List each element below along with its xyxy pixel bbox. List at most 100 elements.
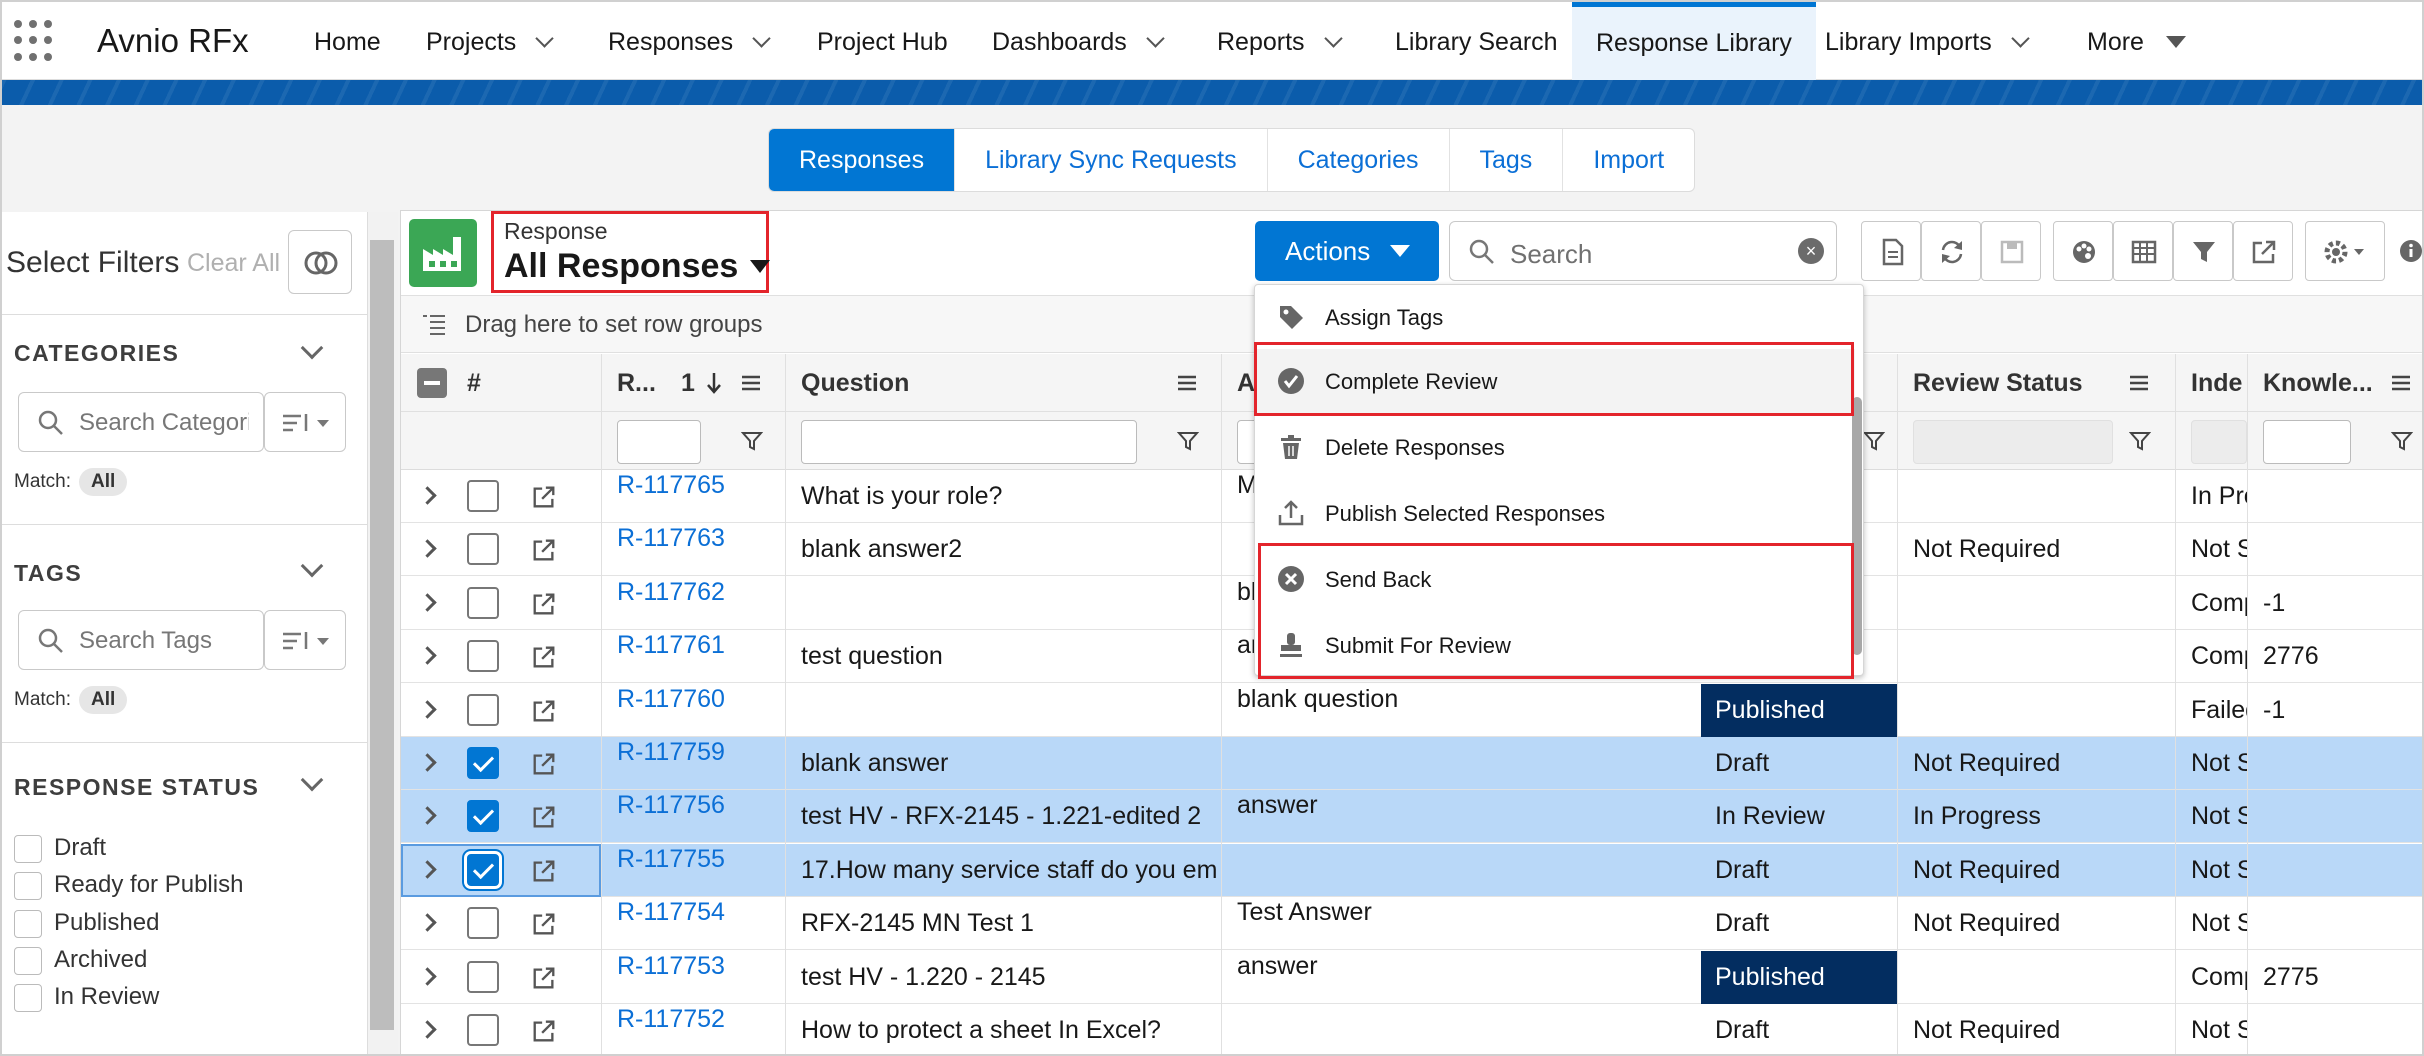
filter-icon[interactable] — [2391, 430, 2413, 452]
knowledge-cell[interactable]: -1 — [2263, 577, 2422, 630]
status-cell[interactable]: Draft — [1715, 844, 1895, 897]
external-link-icon[interactable] — [531, 484, 557, 510]
col-header-knowledge[interactable]: Knowle... — [2263, 354, 2373, 412]
sidebar-scrollbar[interactable] — [368, 212, 398, 1054]
checkbox[interactable] — [14, 983, 42, 1012]
refresh-button[interactable] — [1921, 221, 1981, 281]
answer-cell[interactable] — [1237, 737, 1647, 790]
col-header-answer[interactable]: A — [1237, 354, 1255, 412]
status-cell[interactable]: Draft — [1715, 897, 1895, 950]
index-status-cell[interactable]: Not S — [2191, 790, 2247, 843]
chevron-down-icon[interactable] — [300, 336, 324, 360]
select-all-checkbox[interactable] — [417, 368, 447, 398]
info-icon[interactable] — [2399, 239, 2423, 263]
index-status-cell[interactable]: Comp — [2191, 951, 2247, 1004]
col-header-number[interactable]: # — [467, 354, 481, 412]
expand-row-icon[interactable] — [418, 486, 437, 505]
index-status-cell[interactable]: Not S — [2191, 523, 2247, 576]
question-cell[interactable]: blank answer2 — [801, 523, 1219, 576]
knowledge-cell[interactable] — [2263, 790, 2422, 843]
external-link-icon[interactable] — [531, 1018, 557, 1044]
review-status-cell[interactable]: Not Required — [1913, 523, 2171, 576]
expand-row-icon[interactable] — [418, 593, 437, 612]
review-status-cell[interactable]: Not Required — [1913, 737, 2171, 790]
expand-row-icon[interactable] — [418, 646, 437, 665]
knowledge-cell[interactable]: 2775 — [2263, 951, 2422, 1004]
column-menu-icon[interactable] — [741, 374, 761, 392]
app-launcher-icon[interactable] — [14, 20, 56, 62]
row-checkbox[interactable] — [467, 800, 499, 833]
question-cell[interactable]: 17.How many service staff do you em — [801, 844, 1219, 897]
nav-reports[interactable]: Reports — [1217, 2, 1343, 80]
column-menu-icon[interactable] — [1177, 374, 1197, 392]
index-status-cell[interactable]: In Pro — [2191, 470, 2247, 523]
row-checkbox[interactable] — [467, 960, 499, 993]
nav-library-imports[interactable]: Library Imports — [1825, 2, 2030, 80]
review-status-cell[interactable] — [1913, 470, 2171, 523]
response-id-link[interactable]: R-117759 — [617, 737, 725, 790]
review-status-cell[interactable] — [1913, 577, 2171, 630]
external-link-icon[interactable] — [531, 965, 557, 991]
response-id-link[interactable]: R-117765 — [617, 470, 725, 523]
sort-tags-button[interactable] — [264, 610, 346, 670]
expand-row-icon[interactable] — [418, 966, 437, 986]
checkbox[interactable] — [14, 946, 42, 975]
status-cell[interactable]: Published — [1701, 950, 1897, 1004]
tab-responses[interactable]: Responses — [769, 129, 956, 191]
status-cell[interactable]: Draft — [1715, 737, 1895, 790]
external-link-icon[interactable] — [531, 591, 557, 617]
question-cell[interactable]: test HV - 1.220 - 2145 — [801, 951, 1219, 1004]
external-link-icon[interactable] — [531, 537, 557, 563]
knowledge-cell[interactable] — [2263, 470, 2422, 523]
response-id-link[interactable]: R-117761 — [617, 630, 725, 683]
external-link-icon[interactable] — [531, 644, 557, 670]
answer-cell[interactable] — [1237, 1004, 1647, 1054]
menu-item-assign-tags[interactable]: Assign Tags — [1255, 285, 1855, 349]
expand-row-icon[interactable] — [418, 539, 437, 559]
knowledge-cell[interactable]: 2776 — [2263, 630, 2422, 683]
review-status-cell[interactable] — [1913, 951, 2171, 1004]
chevron-down-icon[interactable] — [2011, 29, 2030, 48]
caret-down-icon[interactable] — [750, 260, 771, 273]
question-cell[interactable]: What is your role? — [801, 470, 1219, 523]
nav-projects[interactable]: Projects — [426, 2, 555, 80]
chevron-down-icon[interactable] — [300, 554, 324, 578]
status-option-published[interactable]: Published — [14, 909, 159, 938]
chevron-down-icon[interactable] — [535, 29, 555, 48]
question-cell[interactable] — [801, 684, 1219, 737]
sort-categories-button[interactable] — [264, 392, 346, 452]
nav-responses[interactable]: Responses — [608, 2, 771, 80]
scrollbar-thumb[interactable] — [370, 240, 394, 1030]
tab-tags[interactable]: Tags — [1450, 129, 1564, 191]
sort-desc-icon[interactable] — [705, 371, 723, 395]
knowledge-cell[interactable]: -1 — [2263, 684, 2422, 737]
table-row[interactable]: R-117754 RFX-2145 MN Test 1 Test Answer Dra… — [401, 897, 2422, 951]
status-option-draft[interactable]: Draft — [14, 834, 106, 863]
response-id-link[interactable]: R-117752 — [617, 1004, 725, 1054]
response-id-link[interactable]: R-117760 — [617, 684, 725, 737]
table-row[interactable]: R-117752 How to protect a sheet In Excel?… — [401, 1004, 2422, 1054]
response-id-link[interactable]: R-117762 — [617, 577, 725, 630]
nav-home[interactable]: Home — [314, 2, 381, 80]
checkbox[interactable] — [14, 834, 42, 863]
row-checkbox[interactable] — [467, 853, 499, 886]
knowledge-cell[interactable] — [2263, 1004, 2422, 1054]
menu-item-publish-selected-responses[interactable]: Publish Selected Responses — [1255, 481, 1855, 545]
knowledge-cell[interactable] — [2263, 523, 2422, 576]
table-settings-button[interactable] — [2113, 221, 2173, 281]
question-cell[interactable]: RFX-2145 MN Test 1 — [801, 897, 1219, 950]
nav-more[interactable]: More — [2087, 2, 2186, 80]
table-row[interactable]: R-117753 test HV - 1.220 - 2145 answer Publ… — [401, 950, 2422, 1004]
tab-library-sync-requests[interactable]: Library Sync Requests — [955, 129, 1268, 191]
chevron-down-icon[interactable] — [1146, 29, 1165, 48]
status-cell[interactable]: In Review — [1715, 790, 1895, 843]
response-id-link[interactable]: R-117755 — [617, 844, 725, 897]
save-button[interactable] — [1981, 221, 2041, 281]
row-checkbox[interactable] — [467, 1014, 499, 1046]
index-filter-input[interactable] — [2191, 420, 2247, 464]
question-cell[interactable] — [801, 577, 1219, 630]
filter-icon[interactable] — [741, 430, 763, 452]
answer-cell[interactable]: answer — [1237, 951, 1647, 1004]
expand-row-icon[interactable] — [418, 1020, 437, 1039]
question-filter-input[interactable] — [801, 420, 1137, 464]
